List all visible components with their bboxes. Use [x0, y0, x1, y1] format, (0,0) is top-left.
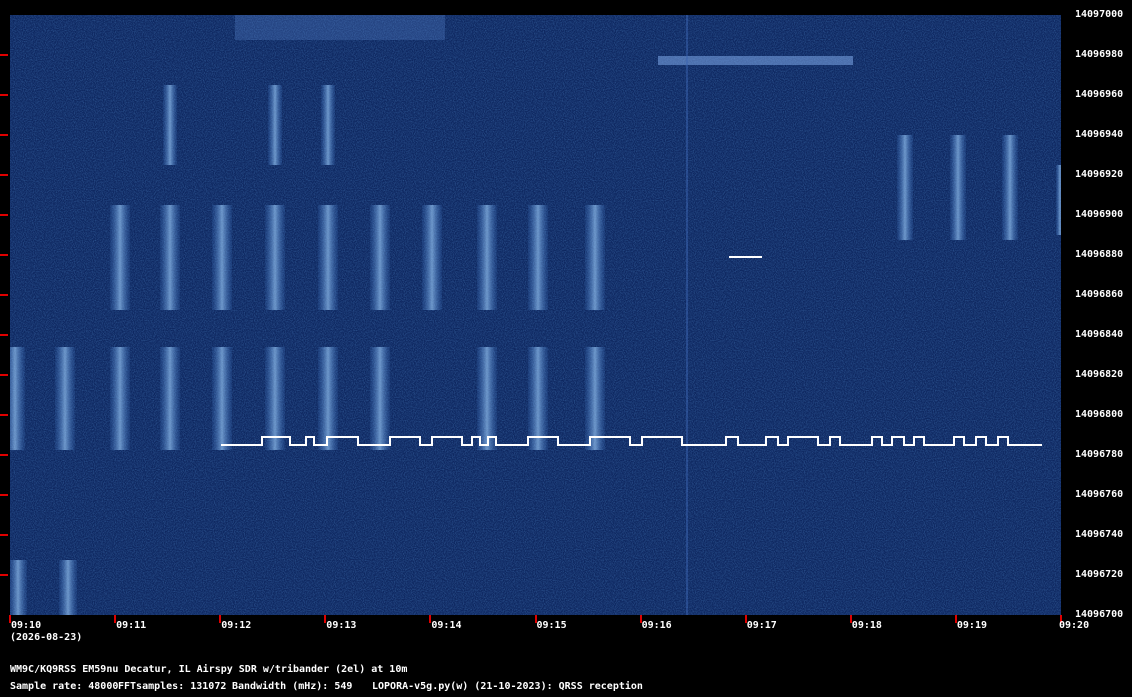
x-tick-label: 09:16 — [641, 620, 672, 631]
y-tick — [0, 574, 8, 576]
x-tick-label: 09:13 — [326, 620, 357, 631]
spectrogram-plot — [10, 15, 1061, 615]
sample-rate-info: Sample rate: 48000 — [10, 681, 119, 692]
date-label: (2026-08-23) — [10, 632, 83, 643]
bandwidth-info: Bandwidth (mHz): 549 — [232, 681, 353, 692]
signal-burst — [268, 85, 282, 165]
x-tick-label: 09:18 — [851, 620, 882, 631]
x-tick-label: 09:15 — [536, 620, 567, 631]
y-tick-label: 14096960 — [1075, 89, 1124, 100]
y-tick — [0, 294, 8, 296]
y-tick-label: 14096940 — [1075, 129, 1124, 140]
signal-burst — [110, 347, 130, 450]
y-tick-label: 14096720 — [1075, 569, 1124, 580]
signal-burst — [110, 205, 130, 310]
signal-burst — [370, 347, 390, 450]
y-tick — [0, 334, 8, 336]
signal-burst — [163, 85, 177, 165]
signal-burst — [318, 347, 338, 450]
y-tick-label: 14096880 — [1075, 249, 1124, 260]
y-tick-label: 14096800 — [1075, 409, 1124, 420]
x-tick-label: 09:10 — [11, 620, 42, 631]
y-tick — [0, 94, 8, 96]
signal-burst — [477, 347, 497, 450]
y-tick — [0, 494, 8, 496]
x-tick-label: 09:17 — [746, 620, 777, 631]
signal-burst — [585, 205, 605, 310]
y-tick — [0, 454, 8, 456]
y-tick — [0, 414, 8, 416]
spectrogram-canvas — [10, 15, 1061, 615]
signal-burst — [422, 205, 442, 310]
y-tick — [0, 374, 8, 376]
software-info: LOPORA-v5g.py(w) (21-10-2023): QRSS rece… — [372, 681, 643, 692]
y-tick-label: 14097000 — [1075, 9, 1124, 20]
signal-burst — [265, 347, 285, 450]
x-tick-label: 09:14 — [431, 620, 462, 631]
x-tick-label: 09:20 — [1059, 620, 1090, 631]
signal-burst — [265, 205, 285, 310]
x-tick-label: 09:11 — [116, 620, 147, 631]
y-tick-label: 14096840 — [1075, 329, 1124, 340]
y-tick — [0, 174, 8, 176]
y-tick — [0, 254, 8, 256]
signal-burst — [212, 347, 232, 450]
signal-burst — [950, 135, 966, 240]
y-tick — [0, 54, 8, 56]
signal-burst — [10, 347, 25, 450]
signal-burst — [318, 205, 338, 310]
fft-samples-info: FFTsamples: 131072 — [118, 681, 227, 692]
signal-burst — [477, 205, 497, 310]
y-tick-label: 14096900 — [1075, 209, 1124, 220]
y-tick-label: 14096760 — [1075, 489, 1124, 500]
signal-burst — [10, 560, 27, 615]
signal-burst — [160, 205, 180, 310]
y-tick — [0, 214, 8, 216]
top-left-faint-signal — [235, 15, 445, 40]
signal-burst — [370, 205, 390, 310]
signal-burst — [585, 347, 605, 450]
signal-burst — [55, 347, 75, 450]
y-tick-label: 14096920 — [1075, 169, 1124, 180]
x-tick-label: 09:12 — [221, 620, 252, 631]
y-tick — [0, 534, 8, 536]
y-tick-label: 14096980 — [1075, 49, 1124, 60]
y-tick — [0, 134, 8, 136]
signal-burst — [1056, 165, 1061, 235]
y-tick-label: 14096780 — [1075, 449, 1124, 460]
signal-burst — [528, 205, 548, 310]
signal-burst — [321, 85, 335, 165]
y-tick-label: 14096820 — [1075, 369, 1124, 380]
signal-burst — [59, 560, 77, 615]
signal-burst — [212, 205, 232, 310]
station-info: WM9C/KQ9RSS EM59nu Decatur, IL Airspy SD… — [10, 664, 408, 675]
signal-burst — [160, 347, 180, 450]
x-tick-label: 09:19 — [956, 620, 987, 631]
signal-burst — [1002, 135, 1018, 240]
y-tick-label: 14096740 — [1075, 529, 1124, 540]
y-tick-label: 14096860 — [1075, 289, 1124, 300]
signal-burst — [528, 347, 548, 450]
signal-burst — [897, 135, 913, 240]
